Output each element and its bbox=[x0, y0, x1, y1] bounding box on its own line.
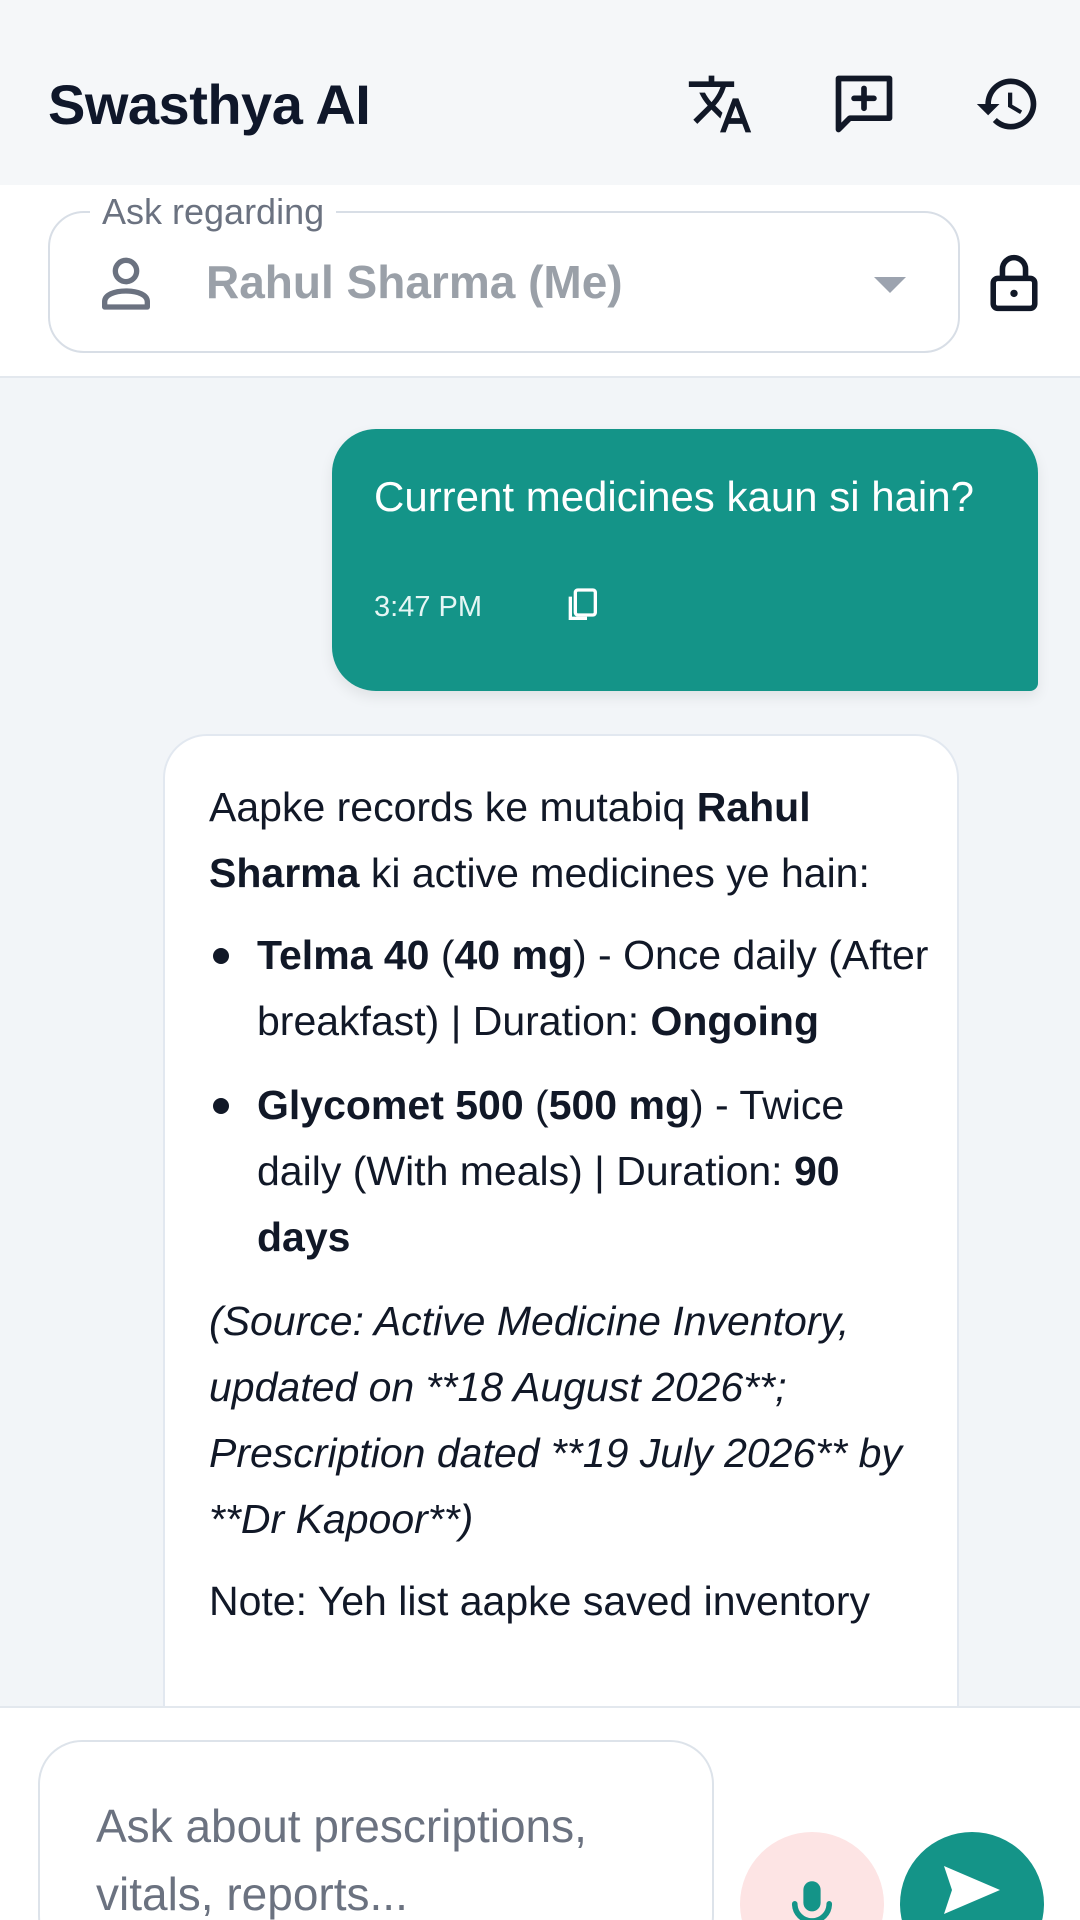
dropdown-caret-icon[interactable] bbox=[874, 277, 906, 293]
medicine-list: Telma 40 (40 mg) - Once daily (After bre… bbox=[209, 922, 931, 1270]
medicine-item: Telma 40 (40 mg) - Once daily (After bre… bbox=[209, 922, 931, 1054]
select-value: Rahul Sharma (Me) bbox=[206, 256, 623, 308]
app-title: Swasthya AI bbox=[48, 73, 371, 136]
person-icon bbox=[102, 257, 150, 310]
message-timestamp: 3:47 PM bbox=[374, 591, 482, 623]
intro-paragraph: Aapke records ke mutabiq Rahul Sharma ki… bbox=[209, 784, 870, 896]
message-input[interactable]: Ask about prescriptions, vitals, reports… bbox=[38, 1740, 714, 1920]
composer-bar: Ask about prescriptions, vitals, reports… bbox=[0, 1706, 1080, 1920]
translate-icon[interactable] bbox=[684, 68, 756, 140]
note-text: Note: Yeh list aapke saved inventory bbox=[209, 1578, 870, 1624]
history-icon[interactable] bbox=[972, 68, 1044, 140]
new-chat-icon[interactable] bbox=[828, 68, 900, 140]
assistant-message-content: Aapke records ke mutabiq Rahul Sharma ki… bbox=[209, 774, 931, 1650]
patient-selector-bar: Ask regarding Rahul Sharma (Me) bbox=[0, 185, 1080, 378]
lock-icon[interactable] bbox=[986, 253, 1042, 313]
send-button[interactable] bbox=[900, 1832, 1044, 1920]
select-legend: Ask regarding bbox=[90, 191, 337, 233]
patient-select[interactable]: Ask regarding Rahul Sharma (Me) bbox=[48, 191, 960, 353]
user-message-bubble: Current medicines kaun si hain? 3:47 PM bbox=[332, 429, 1038, 691]
copy-icon[interactable] bbox=[562, 585, 602, 625]
medicine-item: Glycomet 500 (500 mg) - Twice daily (Wit… bbox=[209, 1072, 931, 1270]
assistant-message-bubble: Aapke records ke mutabiq Rahul Sharma ki… bbox=[163, 734, 959, 1706]
app-header: Swasthya AI bbox=[0, 0, 1080, 185]
message-input-placeholder: Ask about prescriptions, vitals, reports… bbox=[96, 1800, 587, 1920]
mic-button[interactable] bbox=[740, 1832, 884, 1920]
user-message-text: Current medicines kaun si hain? bbox=[374, 473, 974, 520]
mic-icon bbox=[791, 1881, 833, 1920]
source-note: (Source: Active Medicine Inventory, upda… bbox=[209, 1298, 902, 1542]
chat-area[interactable]: Current medicines kaun si hain? 3:47 PM … bbox=[0, 380, 1080, 1706]
send-icon bbox=[944, 1866, 1000, 1914]
